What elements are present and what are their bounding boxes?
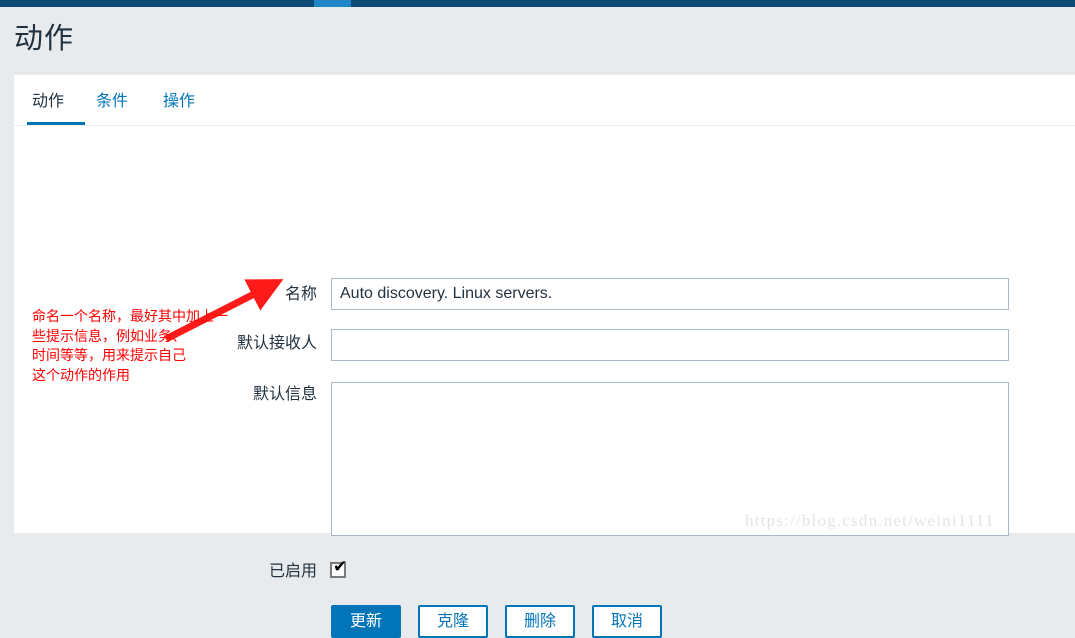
header-divider: [14, 72, 1075, 73]
delete-button[interactable]: 删除: [505, 605, 575, 638]
topbar-active-indicator: [314, 0, 351, 7]
tab-bar: 动作 条件 操作: [14, 75, 1075, 126]
tab-conditions[interactable]: 条件: [96, 91, 128, 113]
enabled-label: 已启用: [268, 563, 317, 580]
annotation-text: 命名一个名称，最好其中加上一 些提示信息，例如业务、 时间等等，用来提示自己 这…: [32, 308, 228, 383]
checkmark-icon: ✔: [333, 557, 348, 577]
action-form: 名称 默认接收人 默认信息 已启用 ✔ 更新 克隆 删除 取消 命名一个名称，最…: [14, 126, 1075, 638]
page-header: 动作: [0, 7, 1075, 73]
name-label: 名称: [284, 286, 317, 303]
enabled-checkbox[interactable]: ✔: [330, 557, 348, 578]
default-message-label: 默认信息: [252, 386, 317, 403]
name-input[interactable]: [331, 278, 1009, 310]
tab-action[interactable]: 动作: [32, 91, 64, 113]
page-title: 动作: [14, 23, 75, 55]
tab-active-underline: [27, 122, 85, 125]
cancel-button[interactable]: 取消: [592, 605, 662, 638]
update-button[interactable]: 更新: [331, 605, 401, 638]
action-form-card: 动作 条件 操作 名称 默认接收人 默认信息 已启用 ✔ 更新 克隆 删除 取消: [14, 75, 1075, 638]
clone-button[interactable]: 克隆: [418, 605, 488, 638]
tab-operations[interactable]: 操作: [163, 91, 195, 113]
top-navigation-bar: [0, 0, 1075, 7]
watermark: https://blog.csdn.net/weini1111: [745, 511, 995, 530]
default-recipient-input[interactable]: [331, 329, 1009, 361]
